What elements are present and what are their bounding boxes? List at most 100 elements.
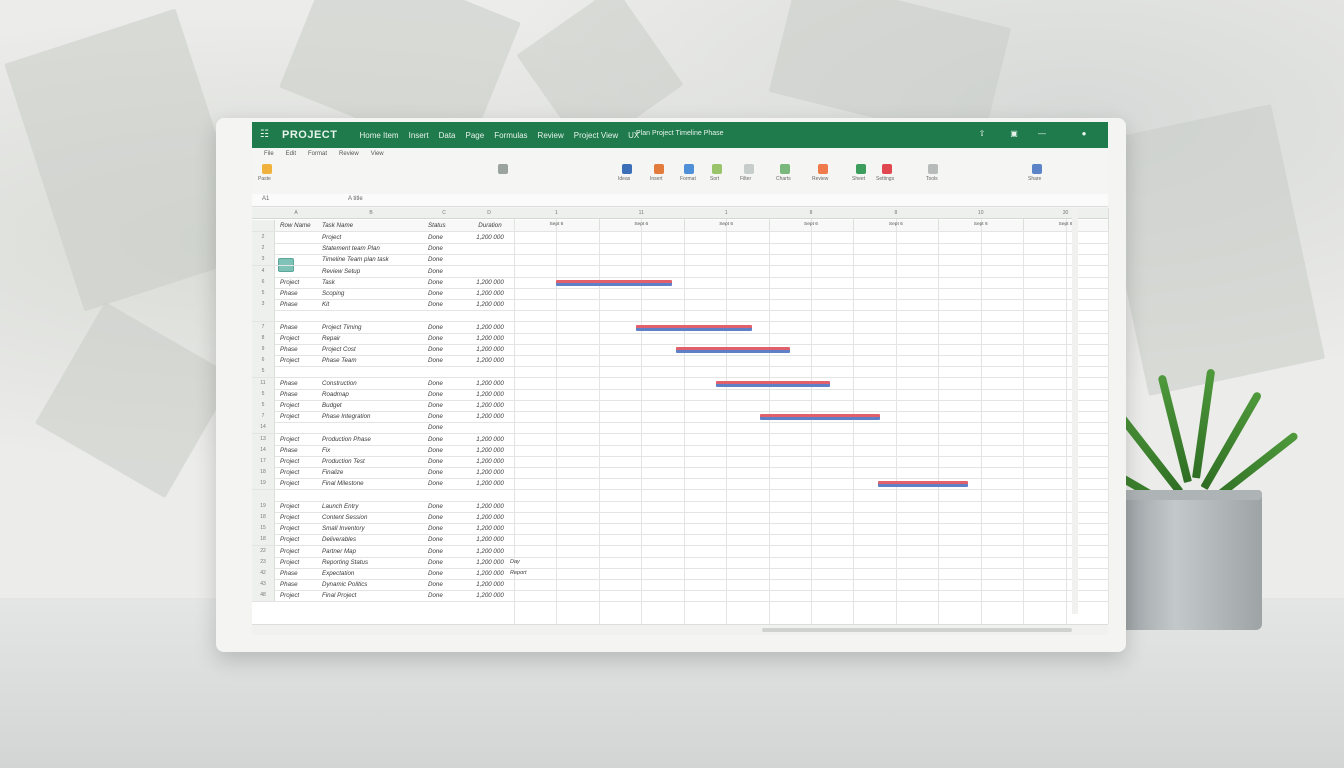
sort-icon[interactable]	[712, 164, 722, 174]
table-row[interactable]: 5 Phase Scoping Done 1,200 000	[252, 288, 1108, 300]
sheet-icon[interactable]	[856, 164, 866, 174]
minimize-icon[interactable]: —	[1036, 128, 1048, 140]
cell-status[interactable]: Done	[428, 243, 462, 254]
cell-row-name[interactable]: Project	[280, 512, 324, 523]
grid-menu-icon[interactable]: ☷	[260, 129, 269, 140]
charts-icon[interactable]	[780, 164, 790, 174]
gantt-column-header[interactable]: 8	[853, 208, 940, 219]
cell-task-name[interactable]: Deliverables	[322, 534, 422, 545]
row-number[interactable]: 18	[252, 534, 275, 546]
cell-task-name[interactable]: Budget	[322, 400, 422, 411]
cell-task-name[interactable]: Fix	[322, 445, 422, 456]
cell-duration[interactable]: 1,200 000	[468, 546, 512, 557]
cell-task-name[interactable]: Kit	[322, 299, 422, 310]
row-number[interactable]: 22	[252, 545, 275, 557]
gantt-column-header[interactable]: 11	[598, 208, 685, 219]
cell-duration[interactable]: 1,200 000	[468, 355, 512, 366]
row-number[interactable]: 2	[252, 232, 275, 243]
cell-row-name[interactable]: Phase	[280, 389, 324, 400]
cell-duration[interactable]: 1,200 000	[468, 557, 512, 568]
table-row[interactable]: 2 Project Done 1,200 000	[252, 232, 1108, 244]
cell-duration[interactable]: 1,200 000	[468, 434, 512, 445]
row-number[interactable]: 6	[252, 276, 275, 288]
table-row[interactable]: 18 Project Content Session Done 1,200 000	[252, 512, 1108, 524]
cell-status[interactable]: Done	[428, 355, 462, 366]
tab-edit[interactable]: Edit	[286, 151, 296, 157]
table-row[interactable]: 17 Project Production Test Done 1,200 000	[252, 456, 1108, 468]
cell-duration[interactable]: 1,200 000	[468, 478, 512, 489]
row-number[interactable]: 8	[252, 332, 275, 344]
cell-task-name[interactable]: Timeline Team plan task	[322, 254, 422, 265]
cell-status[interactable]: Done	[428, 467, 462, 478]
cell-status[interactable]: Done	[428, 344, 462, 355]
gantt-column-header[interactable]: 1	[514, 208, 600, 219]
cell-status[interactable]: Done	[428, 288, 462, 299]
table-row[interactable]: 7 Project Phase Integration Done 1,200 000	[252, 411, 1108, 424]
table-row[interactable]: 5	[252, 366, 1108, 379]
row-number[interactable]: 5	[252, 288, 275, 299]
gantt-bar[interactable]	[636, 324, 752, 331]
row-number[interactable]: 23	[252, 556, 275, 568]
table-row[interactable]: 3 Phase Kit Done 1,200 000	[252, 299, 1108, 312]
share-icon[interactable]: ⇧	[976, 128, 988, 140]
cell-duration[interactable]: 1,200 000	[468, 534, 512, 545]
cell-task-name[interactable]: Project Cost	[322, 344, 422, 355]
table-row[interactable]: 48 Project Final Project Done 1,200 000	[252, 590, 1108, 603]
cell-row-name[interactable]: Project	[280, 546, 324, 557]
cell-task-name[interactable]: Statement team Plan	[322, 243, 422, 254]
cell-row-name[interactable]: Project	[280, 523, 324, 534]
cell-status[interactable]: Done	[428, 232, 462, 243]
cell-duration[interactable]: 1,200 000	[468, 378, 512, 389]
cell-task-name[interactable]: Reporting Status	[322, 557, 422, 568]
row-number[interactable]: 9	[252, 344, 275, 355]
table-row[interactable]: 19 Project Launch Entry Done 1,200 000	[252, 500, 1108, 513]
cell-status[interactable]: Done	[428, 254, 462, 265]
row-number[interactable]	[252, 310, 275, 322]
cell-status[interactable]: Done	[428, 445, 462, 456]
cell-duration[interactable]: 1,200 000	[468, 411, 512, 422]
cell-row-name[interactable]: Project	[280, 590, 324, 601]
gantt-bar[interactable]	[878, 481, 968, 488]
row-number[interactable]: 5	[252, 366, 275, 378]
table-row[interactable]: 5 Project Budget Done 1,200 000	[252, 400, 1108, 412]
row-number[interactable]: 43	[252, 579, 275, 591]
table-row[interactable]: 42 Phase Expectation Done 1,200 000 Report	[252, 568, 1108, 580]
cell-duration[interactable]: 1,200 000	[468, 288, 512, 299]
cell-task-name[interactable]: Project Timing	[322, 322, 422, 333]
row-number[interactable]: 18	[252, 467, 275, 479]
row-number[interactable]: 3	[252, 254, 275, 266]
cell-task-name[interactable]: Production Test	[322, 456, 422, 467]
cell-row-name[interactable]: Project	[280, 355, 324, 366]
row-number[interactable]: 7	[252, 411, 275, 423]
row-number[interactable]: 14	[252, 422, 275, 434]
cell-row-name[interactable]: Phase	[280, 344, 324, 355]
column-header-d[interactable]: D	[464, 208, 515, 219]
close-icon[interactable]: ●	[1078, 128, 1090, 140]
cell-row-name[interactable]: Phase	[280, 299, 324, 310]
menu-data[interactable]: Data	[439, 131, 456, 140]
table-row[interactable]: 22 Project Partner Map Done 1,200 000	[252, 545, 1108, 558]
cell-status[interactable]: Done	[428, 579, 462, 590]
table-row[interactable]: 8 Project Repair Done 1,200 000	[252, 332, 1108, 345]
cell-status[interactable]: Done	[428, 568, 462, 579]
table-row[interactable]: 19 Project Final Milestone Done 1,200 000	[252, 478, 1108, 491]
gantt-column-header[interactable]: 1	[683, 208, 770, 219]
spreadsheet-grid[interactable]: A B C D Row Name Task Name Status Durati…	[252, 208, 1109, 624]
row-number[interactable]: 5	[252, 388, 275, 400]
cell-status[interactable]: Done	[428, 478, 462, 489]
cell-task-name[interactable]: Final Milestone	[322, 478, 422, 489]
gantt-bar[interactable]	[716, 380, 830, 387]
row-number[interactable]: 19	[252, 478, 275, 490]
cell-row-name[interactable]: Project	[280, 411, 324, 422]
cell-task-name[interactable]: Review Setup	[322, 266, 422, 277]
cell-task-name[interactable]: Scoping	[322, 288, 422, 299]
review-icon[interactable]	[818, 164, 828, 174]
cell-task-name[interactable]: Content Session	[322, 512, 422, 523]
cell-status[interactable]: Done	[428, 557, 462, 568]
name-box[interactable]: A1	[262, 196, 269, 202]
cell-duration[interactable]: 1,200 000	[468, 579, 512, 590]
cell-status[interactable]: Done	[428, 501, 462, 512]
gantt-bar[interactable]	[676, 347, 790, 353]
table-row[interactable]: 6 Project Phase Team Done 1,200 000	[252, 355, 1108, 368]
cell-task-name[interactable]: Production Phase	[322, 434, 422, 445]
